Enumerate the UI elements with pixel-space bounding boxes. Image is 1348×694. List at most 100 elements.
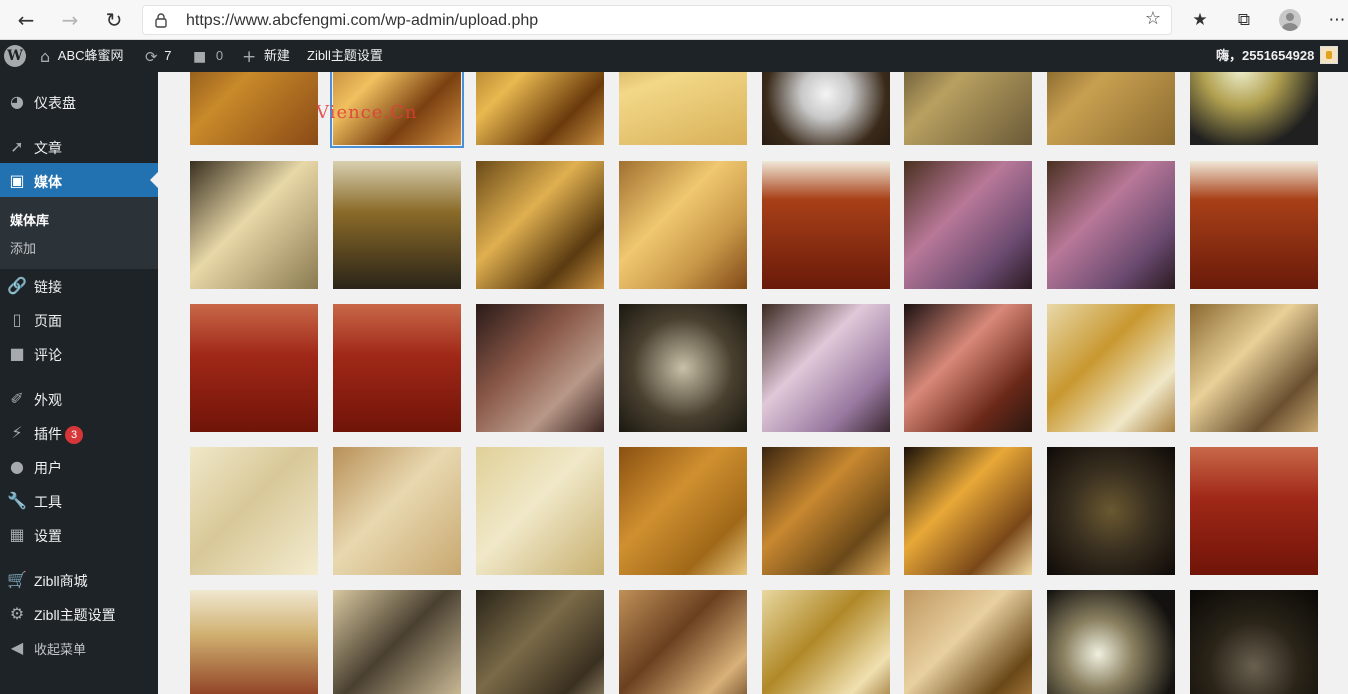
reload-icon[interactable]: ↻	[100, 6, 128, 34]
media-thumbnail[interactable]	[904, 161, 1032, 289]
menu-label: Zibll商城	[34, 573, 88, 589]
link-icon: 🔗	[7, 276, 27, 295]
media-thumbnail[interactable]	[904, 590, 1032, 694]
media-thumbnail[interactable]	[762, 304, 890, 432]
wrench-icon: 🔧	[7, 491, 27, 510]
media-thumbnail[interactable]	[190, 161, 318, 289]
media-thumbnail[interactable]	[1190, 161, 1318, 289]
media-thumbnail[interactable]	[476, 590, 604, 694]
media-thumbnail[interactable]	[333, 161, 461, 289]
bookmark-star-icon[interactable]: ☆	[1145, 8, 1161, 29]
updates-count: 7	[164, 48, 172, 63]
media-thumbnail[interactable]	[619, 447, 747, 575]
menu-label: Zibll主题设置	[34, 607, 116, 623]
media-thumbnail[interactable]	[904, 72, 1032, 145]
menu-item-links[interactable]: 🔗 链接	[0, 268, 158, 302]
media-thumbnail[interactable]	[190, 72, 318, 145]
comments-link[interactable]: ■ 0	[193, 40, 223, 72]
media-thumbnail[interactable]	[762, 161, 890, 289]
page-icon: ▯	[12, 310, 22, 329]
media-thumbnail[interactable]	[190, 590, 318, 694]
comment-icon: ■	[9, 344, 25, 363]
media-thumbnail[interactable]	[904, 447, 1032, 575]
media-thumbnail[interactable]	[1190, 447, 1318, 575]
collections-icon[interactable]: ⧉	[1232, 8, 1256, 32]
menu-item-posts[interactable]: ➚ 文章	[0, 129, 158, 163]
media-thumbnail[interactable]	[904, 304, 1032, 432]
new-content-link[interactable]: + 新建	[242, 40, 290, 72]
account-greeting[interactable]: 嗨，2551654928	[1216, 40, 1314, 72]
forward-arrow-icon[interactable]: →	[56, 6, 84, 34]
collapse-icon: ◀	[10, 638, 24, 657]
media-thumbnail[interactable]	[476, 161, 604, 289]
media-thumbnail[interactable]	[1047, 590, 1175, 694]
media-thumbnail[interactable]	[476, 304, 604, 432]
gear-icon: ⚙	[9, 604, 25, 623]
menu-label: 评论	[34, 347, 62, 363]
media-thumbnail[interactable]	[619, 590, 747, 694]
media-thumbnail[interactable]	[333, 447, 461, 575]
menu-item-settings[interactable]: ▦ 设置	[0, 517, 158, 551]
media-submenu: 媒体库 添加	[0, 197, 158, 269]
menu-item-appearance[interactable]: ✐ 外观	[0, 381, 158, 415]
menu-label: 设置	[34, 528, 62, 544]
submenu-add-media[interactable]: 添加	[10, 238, 36, 257]
menu-item-users[interactable]: ● 用户	[0, 449, 158, 483]
menu-label: 插件 3	[34, 424, 83, 445]
media-thumbnail[interactable]	[1047, 304, 1175, 432]
new-label: 新建	[263, 48, 290, 63]
menu-label: 文章	[34, 140, 62, 156]
media-thumbnail[interactable]	[619, 72, 747, 145]
menu-item-plugins[interactable]: ⚡ 插件 3	[0, 415, 158, 449]
media-thumbnail[interactable]	[333, 304, 461, 432]
plugin-update-badge: 3	[65, 426, 83, 445]
menu-label: 用户	[34, 460, 62, 476]
menu-item-collapse[interactable]: ◀ 收起菜单	[0, 630, 158, 664]
media-thumbnail[interactable]	[1190, 304, 1318, 432]
media-thumbnail[interactable]	[190, 304, 318, 432]
media-thumbnail[interactable]	[333, 590, 461, 694]
theme-settings-link[interactable]: Zibll主题设置	[307, 40, 383, 72]
menu-label: 媒体	[34, 174, 62, 190]
media-thumbnail[interactable]	[619, 161, 747, 289]
menu-item-dashboard[interactable]: ◕ 仪表盘	[0, 84, 158, 118]
pin-icon: ➚	[10, 137, 24, 156]
more-menu-icon[interactable]: ⋯	[1325, 8, 1348, 32]
menu-label: 页面	[34, 313, 62, 329]
menu-item-zibll-theme-settings[interactable]: ⚙ Zibll主题设置	[0, 596, 158, 630]
media-thumbnail[interactable]	[1047, 72, 1175, 145]
user-avatar[interactable]	[1320, 46, 1338, 64]
media-thumbnail[interactable]	[762, 447, 890, 575]
media-thumbnail[interactable]	[476, 447, 604, 575]
media-thumbnail[interactable]	[1047, 161, 1175, 289]
profile-avatar-icon[interactable]	[1279, 9, 1301, 31]
updates-icon: ⟳	[145, 47, 158, 66]
menu-item-tools[interactable]: 🔧 工具	[0, 483, 158, 517]
plugin-icon: ⚡	[11, 423, 23, 442]
media-thumbnail[interactable]	[476, 72, 604, 145]
user-icon: ●	[10, 457, 24, 476]
updates-link[interactable]: ⟳ 7	[145, 40, 171, 72]
menu-item-comments[interactable]: ■ 评论	[0, 336, 158, 370]
url-text: https://www.abcfengmi.com/wp-admin/uploa…	[186, 12, 539, 29]
menu-item-zibll-shop[interactable]: 🛒 Zibll商城	[0, 562, 158, 596]
media-thumbnail[interactable]	[762, 590, 890, 694]
favorites-icon[interactable]: ★	[1188, 8, 1212, 32]
media-thumbnail[interactable]	[1047, 447, 1175, 575]
menu-item-media[interactable]: ▣ 媒体	[0, 163, 158, 197]
media-thumbnail[interactable]	[762, 72, 890, 145]
address-bar[interactable]: https://www.abcfengmi.com/wp-admin/uploa…	[142, 5, 1172, 35]
wordpress-logo-icon[interactable]: W	[4, 45, 26, 67]
media-thumbnail[interactable]	[1190, 72, 1318, 145]
menu-label: 工具	[34, 494, 62, 510]
site-name: ABC蜂蜜网	[57, 48, 124, 63]
media-thumbnail[interactable]	[1190, 590, 1318, 694]
submenu-media-library[interactable]: 媒体库	[10, 210, 49, 229]
site-name-link[interactable]: ⌂ ABC蜂蜜网	[40, 40, 124, 72]
comment-icon: ■	[193, 48, 207, 65]
menu-item-pages[interactable]: ▯ 页面	[0, 302, 158, 336]
media-thumbnail[interactable]	[619, 304, 747, 432]
media-icon: ▣	[9, 171, 25, 190]
back-arrow-icon[interactable]: ←	[12, 6, 40, 34]
media-thumbnail[interactable]	[190, 447, 318, 575]
